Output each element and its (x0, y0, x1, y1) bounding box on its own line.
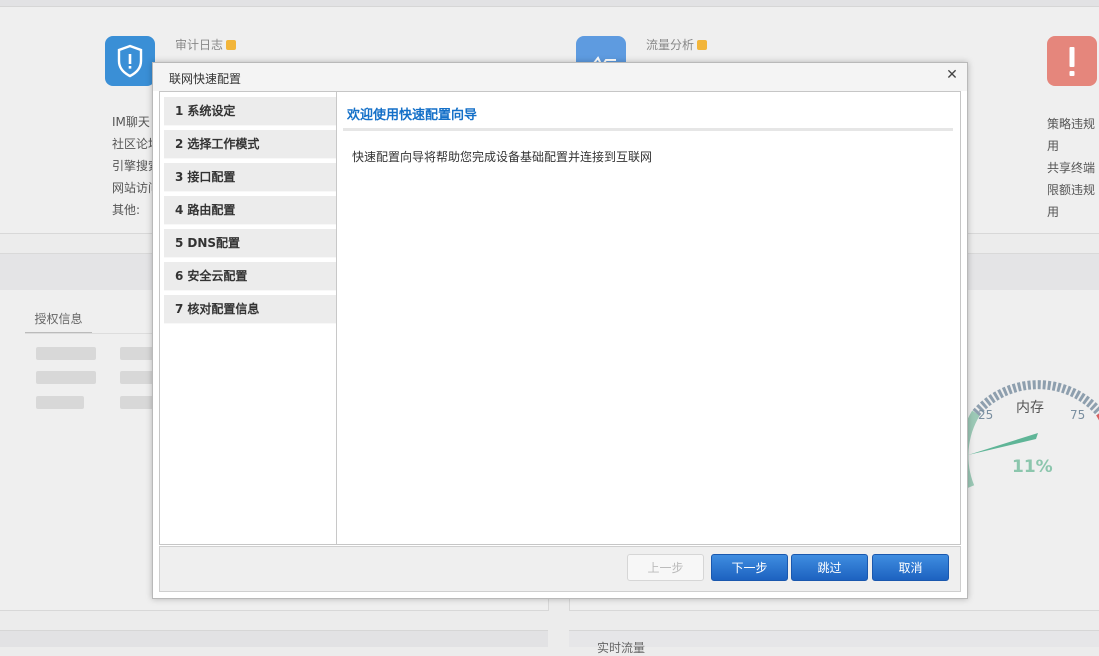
wizard-content: 欢迎使用快速配置向导 快速配置向导将帮助您完成设备基础配置并连接到互联网 (337, 92, 960, 544)
gauge-needle (968, 433, 1038, 455)
top-strip (0, 0, 1099, 7)
bottom-left-panel (0, 630, 548, 647)
wizard-step-dns[interactable]: 5 DNS配置 (164, 229, 336, 258)
dialog-header: 联网快速配置 ✕ (153, 63, 967, 91)
right-category-list: 策略违规用 共享终端 限额违规用 (1047, 113, 1099, 223)
traffic-analysis-tile-title[interactable]: 流量分析 (646, 36, 708, 53)
content-title: 欢迎使用快速配置向导 (347, 108, 478, 123)
wizard-step-interface[interactable]: 3 接口配置 (164, 163, 336, 192)
wizard-step-work-mode[interactable]: 2 选择工作模式 (164, 130, 336, 159)
wizard-step-review[interactable]: 7 核对配置信息 (164, 295, 336, 324)
dialog-footer: 上一步 下一步 跳过 取消 (159, 546, 961, 592)
wizard-steps: 1 系统设定 2 选择工作模式 3 接口配置 4 路由配置 5 DNS配置 6 安全云配置 … (160, 92, 337, 544)
gauge-label: 内存 (1016, 400, 1044, 416)
close-icon[interactable]: ✕ (945, 68, 959, 82)
wizard-step-system[interactable]: 1 系统设定 (164, 97, 336, 126)
lock-icon (697, 40, 708, 50)
quick-config-dialog: 联网快速配置 ✕ 1 系统设定 2 选择工作模式 3 接口配置 4 路由配置 5 DNS配… (152, 62, 968, 599)
wizard-step-security-cloud[interactable]: 6 安全云配置 (164, 262, 336, 291)
memory-gauge: 25 75 内存 11% (959, 380, 1099, 489)
blurred-text (36, 371, 96, 384)
prev-step-button[interactable]: 上一步 (627, 554, 704, 581)
next-step-button[interactable]: 下一步 (711, 554, 788, 581)
blurred-text (36, 396, 84, 409)
bottom-right-panel: 实时流量 (569, 630, 1099, 655)
audit-log-tile-title[interactable]: 审计日志 (175, 36, 237, 53)
gauge-tick-25: 25 (978, 408, 993, 422)
content-description: 快速配置向导将帮助您完成设备基础配置并连接到互联网 (352, 150, 653, 164)
wizard-step-routing[interactable]: 4 路由配置 (164, 196, 336, 225)
cancel-button[interactable]: 取消 (872, 554, 949, 581)
list-item: 策略违规用 (1047, 117, 1096, 153)
auth-info-tab[interactable]: 授权信息 (25, 306, 92, 334)
shield-icon (117, 44, 143, 78)
gauge-value: 11% (1012, 457, 1053, 477)
realtime-traffic-title: 实时流量 (597, 641, 646, 655)
list-item: 共享终端 (1047, 161, 1096, 175)
blurred-text (36, 347, 96, 360)
exclamation-icon (1069, 47, 1075, 76)
lock-icon (226, 40, 237, 50)
skip-button[interactable]: 跳过 (791, 554, 868, 581)
audit-log-tile-icon[interactable] (105, 36, 155, 86)
gauge-tick-75: 75 (1070, 408, 1085, 422)
list-item: 限额违规用 (1047, 183, 1096, 219)
content-divider (343, 128, 953, 131)
dialog-title: 联网快速配置 (169, 72, 242, 86)
dialog-body: 1 系统设定 2 选择工作模式 3 接口配置 4 路由配置 5 DNS配置 6 安全云配置 … (159, 91, 961, 545)
alert-tile-icon[interactable] (1047, 36, 1097, 86)
